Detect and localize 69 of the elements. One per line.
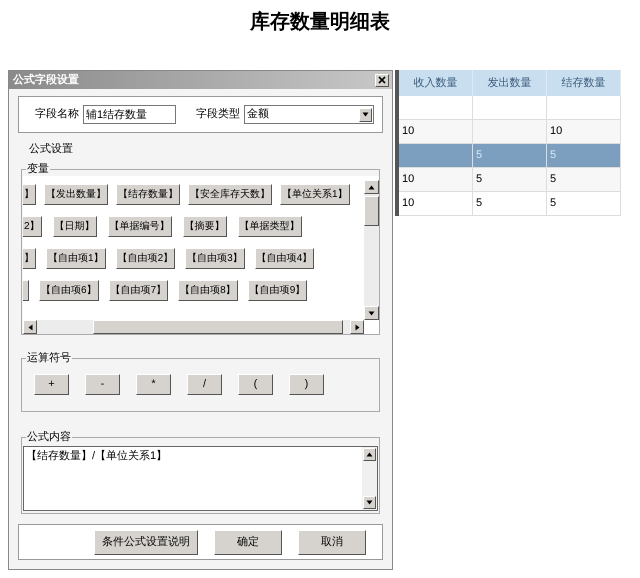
variable-button[interactable]: 【自由项1】 (46, 248, 106, 269)
variable-button[interactable]: 【自由项6】 (39, 280, 99, 301)
group-legend: 变量 (26, 162, 50, 176)
scroll-right-icon[interactable] (354, 324, 360, 330)
operator-button[interactable]: / (187, 374, 222, 395)
group-legend: 公式内容 (26, 430, 72, 444)
table-cell: 10 (547, 120, 621, 143)
variable-button[interactable]: 【单据类型】 (238, 216, 302, 237)
variable-button[interactable] (23, 280, 29, 301)
table-cell: 10 (399, 192, 473, 215)
variable-button[interactable]: 】 (23, 248, 36, 269)
variable-button[interactable]: 】 (23, 184, 36, 205)
dropdown-arrow-icon[interactable] (362, 111, 369, 118)
table-cell: 5 (473, 168, 547, 191)
scroll-left-icon[interactable] (26, 324, 34, 330)
field-label: 字段名称 (35, 106, 79, 122)
table-cell: 5 (473, 192, 547, 215)
scroll-down-icon[interactable] (366, 499, 373, 506)
table-cell: 5 (547, 168, 621, 191)
variable-button[interactable]: 【单位关系1】 (280, 184, 350, 205)
page-title: 库存数量明细表 (250, 8, 390, 35)
formula-textarea[interactable]: 【结存数量】/【单位关系1】 (23, 446, 378, 511)
scroll-up-icon[interactable] (368, 184, 375, 190)
variable-button[interactable]: 【自由项3】 (185, 248, 245, 269)
table-row[interactable]: 10 5 5 (399, 168, 621, 192)
operator-button[interactable]: + (34, 374, 69, 395)
vertical-scrollbar[interactable] (362, 447, 377, 510)
section-label: 公式设置 (29, 142, 74, 157)
scroll-down-icon[interactable] (368, 310, 375, 316)
table-row[interactable]: 10 10 (399, 120, 621, 144)
window-title: 公式字段设置 (13, 72, 79, 88)
formula-text: 【结存数量】/【单位关系1】 (25, 448, 168, 464)
operator-button[interactable]: ) (289, 374, 324, 395)
variable-button[interactable]: 【自由项2】 (116, 248, 176, 269)
dropdown-button[interactable] (359, 108, 372, 122)
horizontal-scrollbar[interactable] (23, 320, 364, 334)
scrollbar-thumb[interactable] (93, 320, 343, 334)
operator-button[interactable]: * (136, 374, 171, 395)
table-cell: 5 (473, 144, 547, 167)
scrollbar-thumb[interactable] (364, 196, 379, 226)
dialog-button[interactable]: 取消 (298, 530, 366, 554)
table-row[interactable]: 10 5 5 (399, 192, 621, 216)
close-button[interactable] (375, 74, 389, 86)
variable-button[interactable]: 【自由项4】 (254, 248, 314, 269)
variable-button[interactable]: 【发出数量】 (44, 184, 108, 205)
variable-button[interactable]: 【自由项7】 (108, 280, 168, 301)
table-cell: 5 (547, 144, 621, 167)
variable-button[interactable]: 【自由项9】 (248, 280, 308, 301)
table-cell: 10 (399, 120, 473, 143)
variable-button[interactable]: 【日期】 (52, 216, 97, 237)
variable-button[interactable]: 【安全库存天数】 (188, 184, 272, 205)
table-cell: 5 (547, 192, 621, 215)
field-label: 字段类型 (196, 106, 240, 122)
variable-button[interactable]: 【单据编号】 (108, 216, 172, 237)
variable-button[interactable]: 【自由项8】 (178, 280, 238, 301)
table-cell: 10 (399, 168, 473, 191)
operator-button[interactable]: ( (238, 374, 273, 395)
dialog-button[interactable]: 条件公式设置说明 (94, 530, 198, 554)
field-type-dropdown[interactable]: 金额 (244, 105, 374, 124)
field-name-input[interactable]: 辅1结存数量 (83, 105, 176, 124)
close-icon (378, 76, 386, 84)
scroll-up-icon[interactable] (366, 451, 373, 458)
operator-button[interactable]: - (85, 374, 120, 395)
group-legend: 运算符号 (26, 351, 72, 365)
variable-button[interactable]: 【结存数量】 (116, 184, 180, 205)
variable-button[interactable]: 【摘要】 (182, 216, 227, 237)
dialog-button[interactable]: 确定 (214, 530, 282, 554)
vertical-scrollbar[interactable] (364, 180, 379, 320)
variable-button[interactable]: 2】 (23, 216, 42, 237)
